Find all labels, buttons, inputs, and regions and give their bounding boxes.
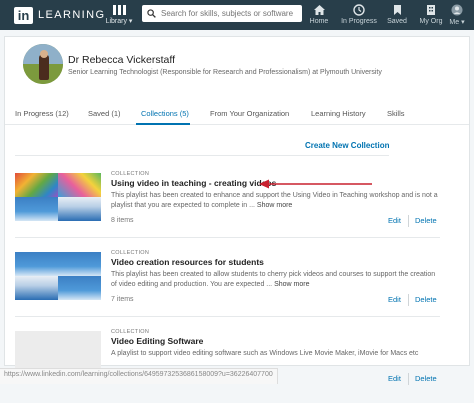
nav-home-label: Home (309, 18, 329, 25)
collection-description: This playlist has been created to enhanc… (111, 192, 438, 209)
collection-description: A playlist to support video editing soft… (111, 350, 419, 357)
collection-item: COLLECTION Video creation resources for … (15, 244, 440, 319)
collection-thumbnail[interactable] (15, 173, 101, 221)
divider (408, 294, 409, 306)
divider (408, 373, 409, 385)
delete-button[interactable]: Delete (415, 216, 437, 225)
nav-in-progress[interactable]: In Progress (339, 3, 379, 25)
show-more-link[interactable]: Show more (257, 202, 292, 209)
library-menu-button[interactable]: Library ▾ (102, 3, 136, 25)
search-icon (147, 9, 156, 18)
profile-title: Senior Learning Technologist (Responsibl… (68, 69, 382, 76)
collection-thumbnail[interactable] (15, 252, 101, 300)
nav-home[interactable]: Home (299, 3, 339, 25)
nav-in-progress-label: In Progress (341, 18, 377, 25)
home-icon (299, 3, 339, 16)
divider (15, 237, 440, 238)
collection-kicker: COLLECTION (111, 250, 150, 256)
linkedin-mark: in (14, 6, 33, 24)
collection-title[interactable]: Using video in teaching - creating video… (111, 178, 276, 188)
divider (15, 316, 440, 317)
collection-title[interactable]: Video Editing Software (111, 336, 203, 346)
show-more-link[interactable]: Show more (274, 281, 309, 288)
tab-bar: In Progress (12) Saved (1) Collections (… (5, 103, 469, 125)
collection-kicker: COLLECTION (111, 329, 150, 335)
divider (408, 215, 409, 227)
linkedin-learning-logo[interactable]: in LEARNING (14, 6, 105, 24)
tab-saved[interactable]: Saved (1) (88, 109, 121, 118)
user-icon (442, 3, 472, 16)
search-box[interactable] (142, 5, 302, 22)
avatar[interactable] (23, 44, 63, 84)
delete-button[interactable]: Delete (415, 374, 437, 383)
tab-from-your-organization[interactable]: From Your Organization (210, 109, 289, 118)
delete-button[interactable]: Delete (415, 295, 437, 304)
tab-learning-history[interactable]: Learning History (311, 109, 366, 118)
library-icon (102, 5, 136, 15)
nav-me-label: Me ▾ (449, 19, 465, 26)
nav-me[interactable]: Me ▾ (442, 3, 472, 26)
clock-icon (339, 3, 379, 16)
collection-kicker: COLLECTION (111, 171, 150, 177)
library-label: Library ▾ (105, 18, 133, 25)
divider (15, 155, 389, 156)
edit-button[interactable]: Edit (388, 295, 401, 304)
collection-description: This playlist has been created to allow … (111, 271, 436, 288)
tab-skills[interactable]: Skills (387, 109, 405, 118)
tab-collections[interactable]: Collections (5) (141, 109, 189, 118)
active-tab-indicator (136, 123, 190, 125)
main-card: Dr Rebecca Vickerstaff Senior Learning T… (4, 36, 470, 385)
brand-text: LEARNING (38, 9, 106, 21)
tab-in-progress[interactable]: In Progress (12) (15, 109, 69, 118)
collection-item: COLLECTION Using video in teaching - cre… (15, 165, 440, 240)
collection-title[interactable]: Video creation resources for students (111, 257, 264, 267)
browser-status-url: https://www.linkedin.com/learning/collec… (0, 368, 278, 384)
profile-name: Dr Rebecca Vickerstaff (68, 54, 175, 66)
top-navigation-bar: in LEARNING Library ▾ Home In Progress S… (0, 0, 474, 30)
search-input[interactable] (161, 9, 296, 18)
edit-button[interactable]: Edit (388, 216, 401, 225)
create-new-collection-link[interactable]: Create New Collection (305, 141, 389, 150)
collection-item: COLLECTION Video Editing Software A play… (15, 323, 440, 398)
collection-item-count: 7 items (111, 296, 134, 303)
collection-item-count: 8 items (111, 217, 134, 224)
red-arrow-annotation (259, 179, 372, 189)
edit-button[interactable]: Edit (388, 374, 401, 383)
